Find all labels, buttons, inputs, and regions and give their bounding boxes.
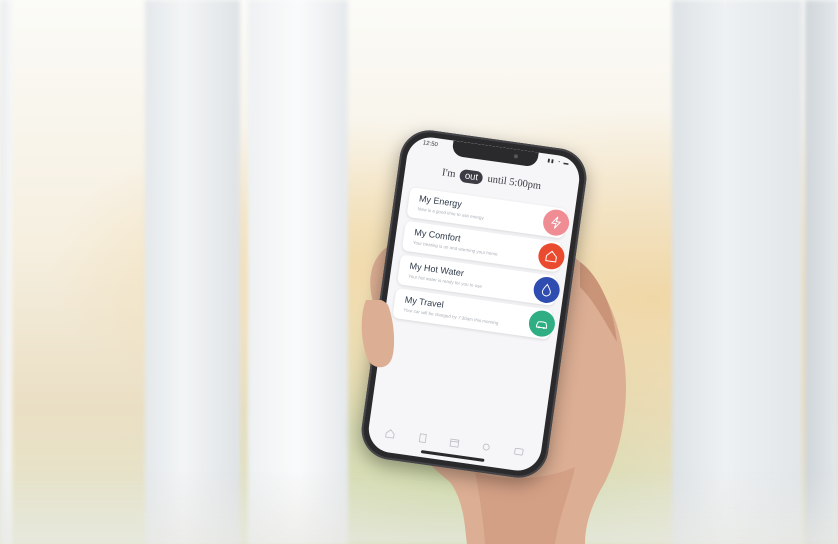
water-drop-icon: [531, 275, 562, 305]
home-tab-icon[interactable]: [385, 428, 396, 439]
signal-battery-icon: ▮▮ ◔ ▬: [546, 157, 570, 167]
window-frame-left: [145, 0, 240, 544]
status-time: 12:50: [422, 140, 439, 149]
mode-toggle[interactable]: out: [459, 168, 484, 185]
window-frame-center: [248, 0, 348, 544]
window-frame-far-right: [805, 0, 838, 544]
status-prefix: I'm: [441, 167, 457, 181]
settings-tab-icon[interactable]: [481, 441, 492, 452]
camera-icon: [513, 154, 519, 159]
window-frame-right: [672, 0, 802, 544]
card-list: My Energy Now is a good time to use ener…: [392, 187, 571, 344]
window-frame-edge: [0, 0, 12, 544]
card-subtitle: Your car will be charged by 7:30am this …: [403, 307, 499, 326]
calendar-tab-icon[interactable]: [449, 437, 460, 448]
lightning-icon: [541, 207, 571, 238]
document-tab-icon[interactable]: [417, 432, 428, 443]
thumb: [361, 300, 395, 368]
photo-scene: 12:50 ▮▮ ◔ ▬ I'm out until 5:00pm My Ene…: [0, 0, 838, 544]
status-suffix: until 5:00pm: [486, 173, 542, 193]
phone-notch: [451, 140, 539, 168]
message-tab-icon[interactable]: [513, 446, 524, 457]
house-icon: [536, 241, 567, 271]
car-icon: [527, 308, 557, 339]
